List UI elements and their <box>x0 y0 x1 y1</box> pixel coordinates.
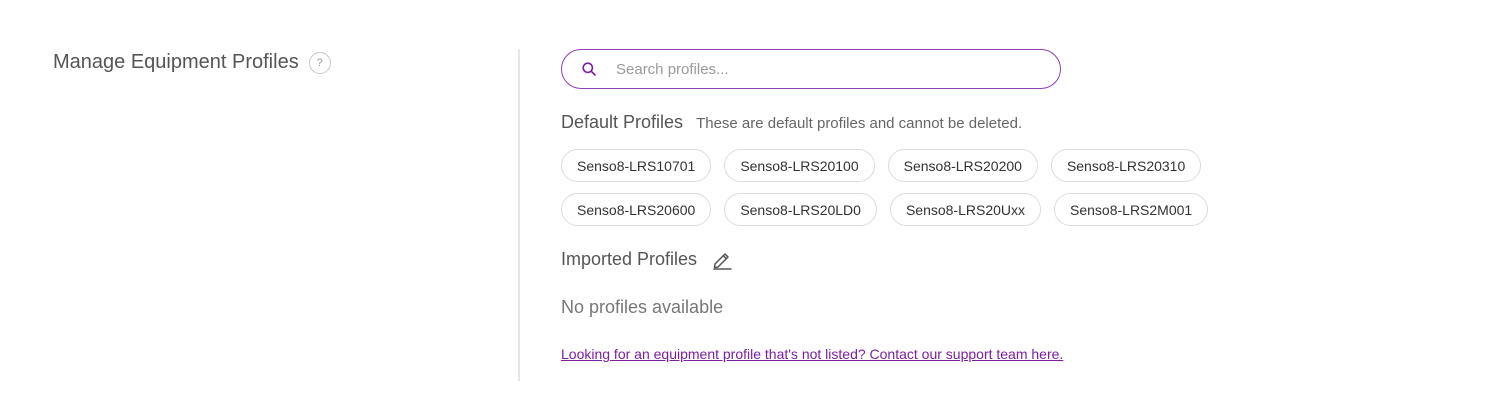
profile-chip[interactable]: Senso8-LRS2M001 <box>1054 193 1209 226</box>
search-box[interactable] <box>561 49 1061 89</box>
help-icon[interactable]: ? <box>308 51 331 74</box>
default-profiles-note: These are default profiles and cannot be… <box>696 115 1023 132</box>
default-profiles-list: Senso8-LRS10701 Senso8-LRS20100 Senso8-L… <box>561 149 1261 226</box>
search-icon <box>582 62 596 76</box>
manage-profiles-header: Manage Equipment Profiles ? <box>53 51 331 74</box>
profile-chip[interactable]: Senso8-LRS20LD0 <box>724 193 877 226</box>
profile-chip[interactable]: Senso8-LRS20100 <box>724 149 875 182</box>
search-input[interactable] <box>614 59 1038 79</box>
imported-profiles-header: Imported Profiles <box>561 248 1461 270</box>
default-profiles-header: Default Profiles These are default profi… <box>561 112 1461 133</box>
profile-chip[interactable]: Senso8-LRS20310 <box>1050 149 1202 182</box>
vertical-divider <box>518 49 520 381</box>
profile-chip[interactable]: Senso8-LRS20600 <box>561 193 712 226</box>
profile-chip[interactable]: Senso8-LRS20200 <box>887 149 1038 182</box>
default-profiles-title: Default Profiles <box>561 112 684 132</box>
no-profiles-message: No profiles available <box>561 297 724 317</box>
profile-chip[interactable]: Senso8-LRS20Uxx <box>889 193 1042 226</box>
profile-chip[interactable]: Senso8-LRS10701 <box>561 149 712 182</box>
profiles-panel: Default Profiles These are default profi… <box>561 49 1461 364</box>
pencil-icon[interactable] <box>711 248 733 270</box>
section-title: Manage Equipment Profiles <box>53 51 299 73</box>
imported-profiles-title: Imported Profiles <box>561 248 698 269</box>
support-link[interactable]: Looking for an equipment profile that's … <box>561 346 1063 362</box>
